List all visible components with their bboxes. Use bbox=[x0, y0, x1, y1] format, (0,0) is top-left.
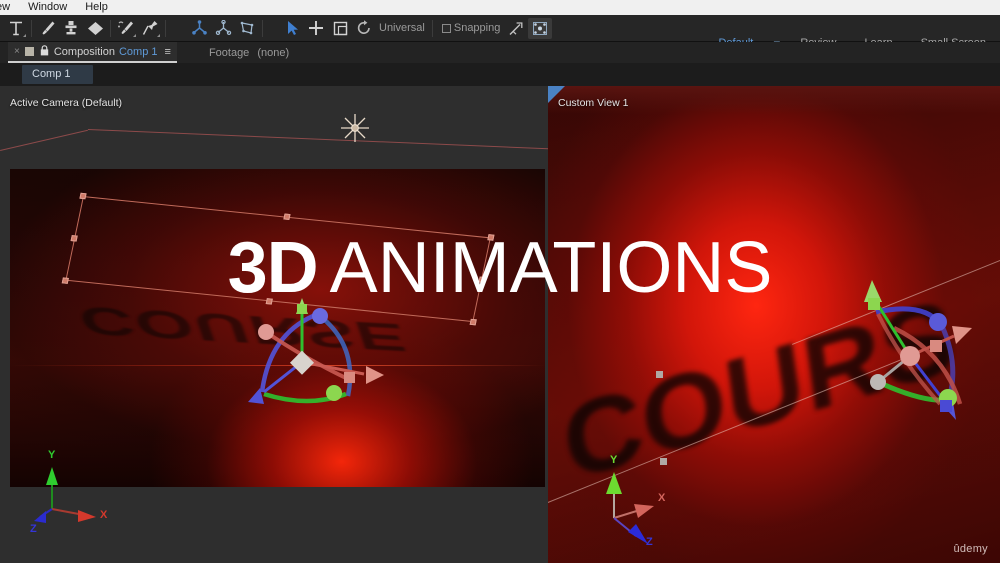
menu-bar: ew Window Help bbox=[0, 0, 1000, 15]
axis-label-z: Z bbox=[646, 536, 653, 548]
selection-handle[interactable] bbox=[283, 213, 291, 220]
menu-window[interactable]: Window bbox=[19, 0, 76, 15]
selection-tool-icon[interactable] bbox=[280, 18, 304, 39]
eraser-tool-icon[interactable] bbox=[83, 18, 107, 39]
selection-handle[interactable] bbox=[70, 235, 78, 242]
toolbar-divider bbox=[165, 19, 166, 37]
rotation-axis-icon[interactable] bbox=[187, 18, 211, 39]
toolbar-group-transform: Universal Snapping bbox=[276, 15, 556, 42]
universal-label: Universal bbox=[379, 22, 425, 34]
close-icon[interactable]: × bbox=[14, 46, 20, 57]
viewport-container: COURSE Y X Z Active Camera (Default) COU… bbox=[0, 86, 1000, 563]
panel-tab-bar: × Composition Comp 1 ≡ Footage (none) bbox=[0, 42, 1000, 63]
selection-handle[interactable] bbox=[478, 276, 486, 284]
composition-render-frame[interactable]: COURSE bbox=[10, 169, 545, 487]
brush-tool-icon[interactable] bbox=[35, 18, 59, 39]
text-tool-icon[interactable] bbox=[4, 18, 28, 39]
tool-expand-corner bbox=[23, 33, 26, 37]
tab-composition-label: Composition bbox=[53, 45, 115, 58]
rotation-tool-icon[interactable] bbox=[352, 18, 376, 39]
toolbar-divider bbox=[431, 19, 433, 37]
axis-label-x: X bbox=[658, 492, 666, 504]
panel-menu-icon[interactable]: ≡ bbox=[165, 46, 171, 58]
axis-label-y: Y bbox=[48, 449, 56, 461]
puppet-pin-tool-icon[interactable] bbox=[138, 18, 162, 39]
scale-tool-icon[interactable] bbox=[328, 18, 352, 39]
snapping-label: Snapping bbox=[453, 22, 501, 34]
toolbar-group-paint bbox=[0, 15, 173, 42]
toolbar-divider bbox=[262, 19, 263, 37]
panel-color-swatch bbox=[24, 47, 34, 56]
toolbar-divider bbox=[31, 19, 32, 37]
transform-box-icon[interactable] bbox=[528, 17, 553, 39]
tab-composition[interactable]: × Composition Comp 1 ≡ bbox=[8, 42, 177, 63]
selection-handle[interactable] bbox=[656, 371, 663, 378]
viewport-custom-view[interactable]: COURS Y X Z Custom View 1 ûdemy bbox=[548, 86, 1000, 563]
comp-subtab-comp1[interactable]: Comp 1 bbox=[22, 65, 93, 84]
position-tool-icon[interactable] bbox=[304, 18, 328, 39]
tab-footage-label[interactable]: Footage bbox=[209, 47, 249, 59]
lock-icon[interactable] bbox=[40, 44, 49, 59]
axis-label-z: Z bbox=[30, 523, 37, 535]
axis-gizmo-left: Y X Z bbox=[20, 449, 120, 535]
selection-handle[interactable] bbox=[61, 277, 69, 284]
axis-label-x: X bbox=[100, 509, 108, 521]
selection-handle[interactable] bbox=[469, 318, 477, 326]
viewport-label-right: Custom View 1 bbox=[558, 97, 629, 109]
toolbar: Universal Snapping Default ≡ Review Lear… bbox=[0, 15, 1000, 51]
toolbar-group-axis bbox=[183, 15, 270, 42]
menu-view-clipped[interactable]: ew bbox=[0, 0, 19, 15]
roto-brush-tool-icon[interactable] bbox=[114, 18, 138, 39]
after-effects-window: ew Window Help bbox=[0, 0, 1000, 563]
transform-gizmo-right[interactable] bbox=[848, 278, 1000, 428]
clone-stamp-tool-icon[interactable] bbox=[59, 18, 83, 39]
tool-expand-corner bbox=[133, 33, 136, 37]
tab-composition-name: Comp 1 bbox=[118, 45, 158, 58]
point-light-icon[interactable] bbox=[340, 113, 370, 143]
tab-footage-value: (none) bbox=[257, 46, 290, 59]
snapping-checkbox[interactable] bbox=[441, 23, 451, 33]
toolbar-divider bbox=[110, 19, 111, 37]
viewport-label-left: Active Camera (Default) bbox=[10, 97, 123, 109]
comp-subtab-bar: Comp 1 bbox=[0, 63, 1000, 86]
snap-target-icon[interactable] bbox=[504, 18, 528, 39]
udemy-watermark: ûdemy bbox=[953, 543, 988, 555]
axis-gizmo-right: Y X Z bbox=[584, 454, 694, 548]
selection-handle[interactable] bbox=[79, 192, 87, 200]
world-axis-icon[interactable] bbox=[211, 18, 235, 39]
transform-gizmo-left[interactable] bbox=[242, 296, 392, 416]
rendered-3d-scene-right: COURS Y X Z Custom View 1 ûdemy bbox=[548, 86, 1000, 563]
tool-expand-corner bbox=[157, 33, 160, 37]
selection-handle[interactable] bbox=[487, 234, 495, 241]
menu-help[interactable]: Help bbox=[76, 0, 117, 15]
axis-label-y: Y bbox=[610, 454, 618, 466]
viewport-active-camera[interactable]: COURSE Y X Z Active Camera (Default) bbox=[0, 86, 548, 563]
view-axis-icon[interactable] bbox=[235, 18, 259, 39]
